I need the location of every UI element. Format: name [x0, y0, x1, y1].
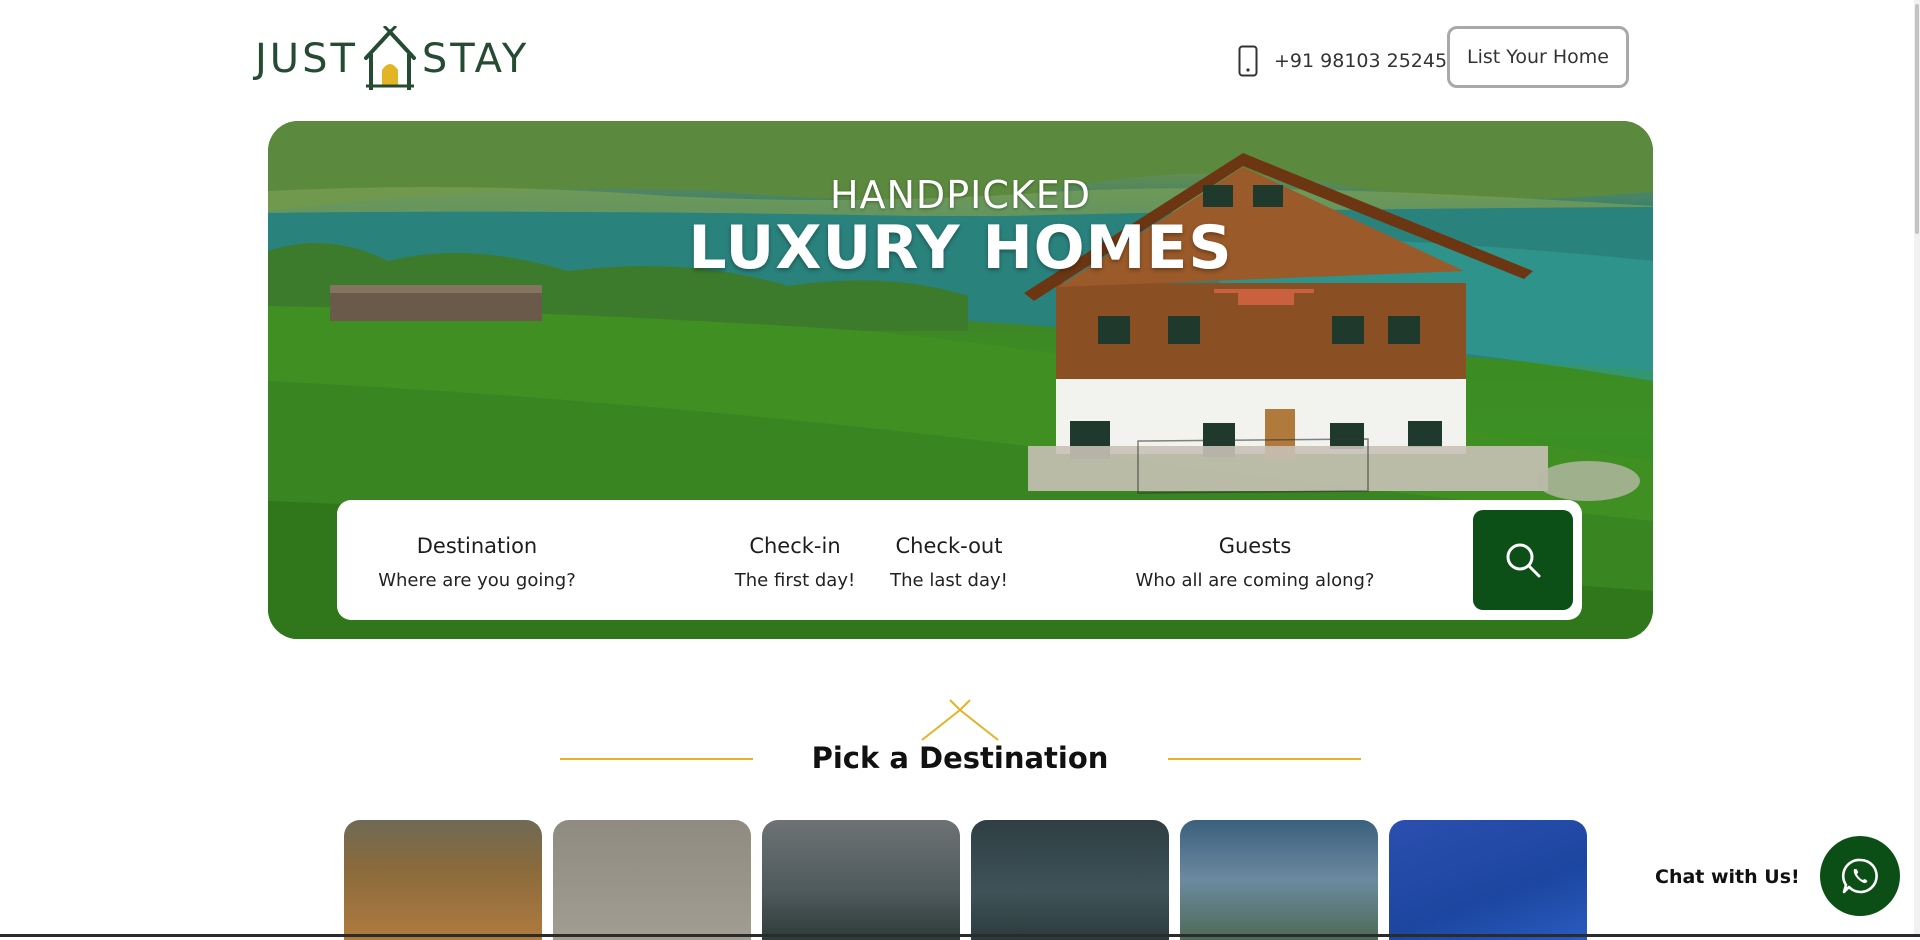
guests-field[interactable]: Guests Who all are coming along?: [1112, 534, 1398, 591]
brand-name-left: JUST: [255, 36, 358, 82]
guests-placeholder: Who all are coming along?: [1135, 570, 1375, 591]
destination-card[interactable]: [971, 820, 1169, 940]
brand-name-right: STAY: [421, 36, 530, 82]
checkout-field[interactable]: Check-out The last day!: [874, 534, 1024, 591]
list-your-home-button[interactable]: List Your Home: [1447, 26, 1629, 88]
destination-field[interactable]: Destination Where are you going?: [377, 534, 577, 591]
destination-card[interactable]: [344, 820, 542, 940]
checkin-label: Check-in: [749, 534, 841, 558]
chat-label[interactable]: Chat with Us!: [1655, 866, 1800, 888]
checkin-placeholder: The first day!: [734, 570, 856, 591]
destination-card[interactable]: [553, 820, 751, 940]
destination-label: Destination: [416, 534, 538, 558]
scrollbar-thumb[interactable]: [1915, 4, 1919, 234]
phone-number: +91 98103 25245: [1274, 50, 1448, 72]
checkin-field[interactable]: Check-in The first day!: [720, 534, 870, 591]
destination-placeholder: Where are you going?: [378, 570, 576, 591]
checkout-label: Check-out: [895, 534, 1003, 558]
whatsapp-icon: [1841, 858, 1878, 894]
hero-subtitle: HANDPICKED: [829, 173, 1092, 217]
destination-card[interactable]: [762, 820, 960, 940]
section-title: Pick a Destination: [811, 741, 1109, 775]
brand-logo[interactable]: JUST STAY: [255, 26, 529, 92]
phone-icon: [1238, 45, 1258, 77]
search-bar: Destination Where are you going? Check-i…: [337, 500, 1582, 620]
house-logo-icon: [363, 26, 416, 90]
checkout-placeholder: The last day!: [890, 570, 1008, 591]
destination-card[interactable]: [1180, 820, 1378, 940]
search-button[interactable]: [1473, 510, 1573, 610]
destination-card[interactable]: [1389, 820, 1587, 940]
guests-label: Guests: [1218, 534, 1292, 558]
whatsapp-chat-button[interactable]: [1820, 836, 1900, 916]
hero-title: LUXURY HOMES: [688, 213, 1233, 283]
contact-phone[interactable]: +91 98103 25245: [1238, 44, 1447, 78]
hero-banner: HANDPICKED LUXURY HOMES Destination Wher…: [268, 121, 1653, 639]
page-scrollbar[interactable]: [1914, 0, 1920, 937]
section-divider-right: [1168, 758, 1361, 760]
search-icon: [1506, 543, 1541, 578]
roof-ornament-icon: [921, 699, 999, 741]
